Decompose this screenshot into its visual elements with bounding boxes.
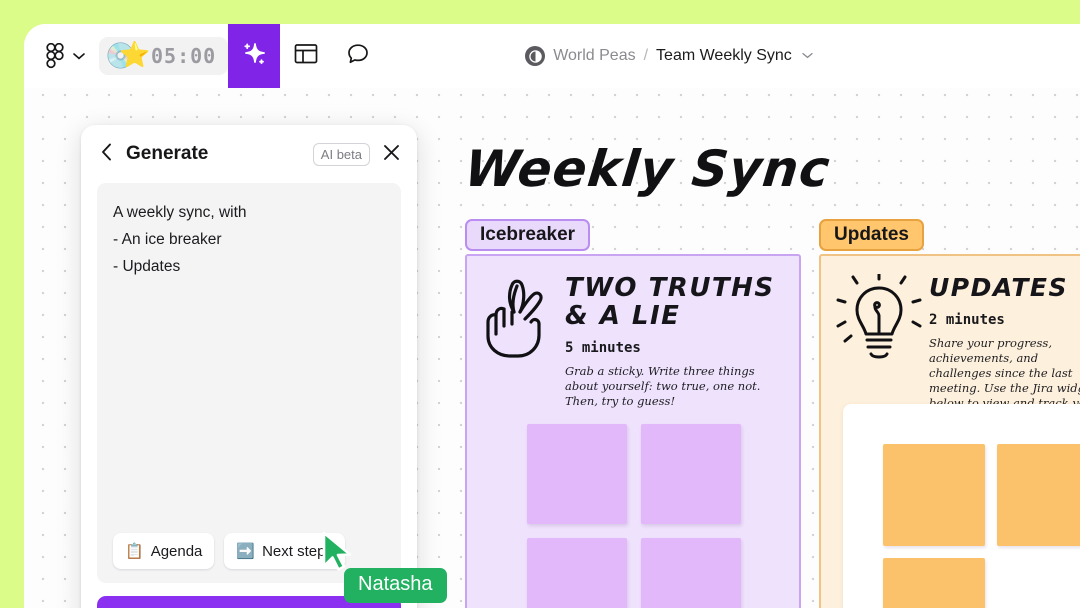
prompt-line: A weekly sync, with [113, 204, 247, 221]
card-head: TWO TRUTHS & A LIE 5 minutes Grab a stic… [467, 256, 799, 409]
sticky-note[interactable] [527, 538, 627, 608]
agenda-chip[interactable]: 📋 Agenda [113, 533, 215, 569]
star-icon: ⭐ [119, 41, 151, 69]
sticky-note[interactable] [641, 538, 741, 608]
collaborator-name-tag: Natasha [344, 568, 447, 603]
sticky-note[interactable] [883, 558, 985, 608]
sticky-grid-updates [883, 444, 1080, 608]
board-title[interactable]: Weekly Sync [462, 140, 833, 198]
speech-bubble-icon [346, 42, 370, 71]
sticky-grid-icebreaker [527, 424, 741, 608]
card-duration: 5 minutes [565, 340, 641, 356]
timer-emoji-group: 💿 ⭐ [105, 41, 151, 71]
card-duration: 2 minutes [929, 312, 1005, 328]
toolbar-left-group: 💿 ⭐ 05:00 [24, 24, 384, 88]
arrow-right-icon: ➡️ [236, 542, 256, 560]
sticky-note[interactable] [883, 444, 985, 546]
team-avatar-icon[interactable] [525, 46, 546, 66]
figjam-logo-button[interactable] [46, 43, 85, 69]
sticky-note[interactable] [527, 424, 627, 524]
template-tool[interactable] [280, 24, 332, 88]
chip-label: Next steps [262, 542, 333, 560]
crossed-fingers-icon [481, 274, 559, 409]
next-steps-chip[interactable]: ➡️ Next steps [224, 533, 345, 569]
layout-panel-icon [294, 43, 318, 70]
panel-title: Generate [126, 143, 209, 164]
prompt-line: - Updates [113, 258, 181, 275]
sticky-note[interactable] [997, 444, 1080, 546]
chevron-down-icon [73, 52, 85, 60]
breadcrumb-file[interactable]: Team Weekly Sync [656, 47, 792, 65]
ai-beta-badge[interactable]: AI beta [312, 142, 370, 166]
chip-label: Agenda [150, 542, 203, 560]
card-heading: UPDATES [929, 273, 1068, 302]
clipboard-icon: 📋 [125, 542, 144, 560]
jira-widget[interactable] [843, 404, 1080, 608]
back-chevron-icon[interactable] [97, 141, 116, 167]
timer-widget[interactable]: 💿 ⭐ 05:00 [99, 37, 229, 75]
app-window: Weekly Sync Icebreaker TWO TRUTHS & A LI… [24, 24, 1080, 608]
prompt-textarea[interactable]: A weekly sync, with - An ice breaker - U… [97, 183, 401, 583]
breadcrumb-team[interactable]: World Peas [553, 47, 635, 65]
close-icon[interactable] [380, 144, 403, 165]
ai-generate-panel: Generate AI beta A weekly sync, with - A… [81, 125, 417, 608]
timer-value: 05:00 [151, 44, 217, 68]
breadcrumb: World Peas / Team Weekly Sync [525, 46, 813, 66]
card-heading: TWO TRUTHS & A LIE [565, 273, 775, 331]
card-head: UPDATES 2 minutes Share your progress, a… [821, 256, 1080, 426]
suggestion-chips: 📋 Agenda ➡️ Next steps [113, 533, 345, 569]
top-toolbar: 💿 ⭐ 05:00 World Peas / Team Weekly Sync [24, 24, 1080, 88]
prompt-line: - An ice breaker [113, 231, 222, 248]
comment-tool[interactable] [332, 24, 384, 88]
card-description: Grab a sticky. Write three things about … [565, 364, 761, 408]
section-tag-icebreaker[interactable]: Icebreaker [465, 219, 591, 251]
card-text-block: TWO TRUTHS & A LIE 5 minutes Grab a stic… [565, 274, 783, 409]
figjam-logo-icon [46, 43, 64, 69]
section-tag-updates[interactable]: Updates [819, 219, 924, 251]
panel-header: Generate AI beta [81, 125, 417, 183]
sticky-note[interactable] [641, 424, 741, 524]
board-card-updates[interactable]: UPDATES 2 minutes Share your progress, a… [819, 254, 1080, 608]
sparkle-icon [241, 41, 267, 72]
ai-sparkle-tool[interactable] [228, 24, 281, 88]
chevron-down-icon[interactable] [802, 50, 813, 62]
breadcrumb-separator: / [643, 47, 649, 64]
board-card-icebreaker[interactable]: TWO TRUTHS & A LIE 5 minutes Grab a stic… [465, 254, 801, 608]
